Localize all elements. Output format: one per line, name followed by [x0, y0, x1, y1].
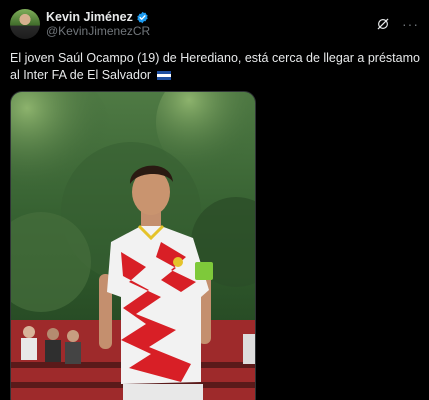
tweet-header: Kevin Jiménez @KevinJimenezCR ···: [10, 8, 419, 40]
tweet-text-block: El joven Saúl Ocampo (19) de Herediano, …: [10, 50, 422, 84]
grok-icon[interactable]: [376, 17, 390, 31]
tweet[interactable]: Kevin Jiménez @KevinJimenezCR ··· El jov…: [0, 0, 429, 400]
author-avatar[interactable]: [10, 9, 40, 39]
tweet-text: El joven Saúl Ocampo (19) de Herediano, …: [10, 51, 420, 82]
header-actions: ···: [376, 17, 419, 31]
verified-badge-icon: [137, 11, 148, 23]
name-row: Kevin Jiménez: [46, 10, 150, 24]
author-handle[interactable]: @KevinJimenezCR: [46, 24, 150, 38]
author-display-name[interactable]: Kevin Jiménez: [46, 10, 133, 24]
more-options-icon[interactable]: ···: [402, 17, 419, 31]
el-salvador-flag-icon: [156, 71, 171, 80]
tweet-media[interactable]: [10, 91, 256, 400]
soccer-player-photo: [11, 92, 255, 400]
author-names: Kevin Jiménez @KevinJimenezCR: [46, 10, 150, 38]
